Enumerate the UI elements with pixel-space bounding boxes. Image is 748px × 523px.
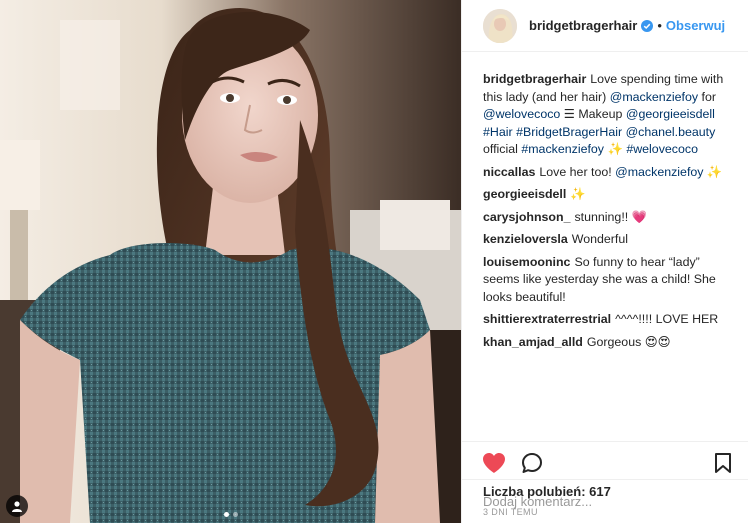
comments-list: bridgetbragerhair Love spending time with… (462, 52, 748, 441)
avatar[interactable] (483, 8, 517, 43)
hashtag-link[interactable]: #BridgetBragerHair (516, 125, 622, 139)
hashtag-link[interactable]: #welovecoco (626, 142, 698, 156)
comment-text-segment: Gorgeous 😍😍 (586, 334, 671, 349)
mention-link[interactable]: @georgieeisdell (626, 107, 715, 121)
author-username[interactable]: bridgetbragerhair (529, 18, 637, 33)
comment-username[interactable]: carysjohnson_ (483, 210, 570, 224)
like-button[interactable] (481, 450, 507, 476)
comment-username[interactable]: kenzieloversla (483, 232, 568, 246)
comment-text-segment: ✨ (604, 142, 627, 156)
comment-item: georgieeisdell ✨ (483, 186, 734, 204)
follow-button[interactable]: Obserwuj (666, 18, 725, 33)
comment-item: niccallas Love her too! @mackenziefoy ✨ (483, 164, 734, 182)
comment-text-segment: ^^^^!!!! LOVE HER (615, 312, 719, 326)
comment-text: stunning!! 💗 (574, 210, 647, 224)
mention-link[interactable]: @mackenziefoy (610, 90, 698, 104)
mention-link[interactable]: @welovecoco (483, 107, 560, 121)
save-button[interactable] (710, 450, 736, 476)
comment-item: shittierextraterrestrial ^^^^!!!! LOVE HE… (483, 311, 734, 329)
add-comment-box (462, 479, 748, 523)
caption-author[interactable]: bridgetbragerhair (483, 72, 586, 86)
comment-text: ^^^^!!!! LOVE HER (615, 312, 718, 326)
comment-username[interactable]: georgieeisdell (483, 187, 566, 201)
action-bar (462, 441, 748, 483)
comment-text: Gorgeous 😍😍 (587, 335, 671, 349)
comment-text: Wonderful (572, 232, 628, 246)
comment-text-segment: ☰ Makeup (560, 107, 626, 121)
portrait-photo (0, 0, 461, 523)
comment-item: kenzieloversla Wonderful (483, 231, 734, 249)
comment-text: ✨ (570, 187, 585, 201)
comment-text-segment: official (483, 142, 522, 156)
comment-input[interactable] (483, 494, 727, 509)
mention-link[interactable]: @mackenziefoy (615, 165, 703, 179)
caption: bridgetbragerhair Love spending time with… (483, 71, 734, 159)
carousel-dot[interactable] (232, 512, 238, 517)
hashtag-link[interactable]: #Hair (483, 125, 513, 139)
carousel-indicator (0, 512, 461, 517)
header-separator: • (657, 18, 662, 33)
hashtag-link[interactable]: #mackenziefoy (521, 142, 604, 156)
comment-item: louisemooninc So funny to hear “lady” see… (483, 254, 734, 307)
comment-item: khan_amjad_alld Gorgeous 😍😍 (483, 334, 734, 352)
comment-username[interactable]: niccallas (483, 165, 535, 179)
mention-link[interactable]: @chanel.beauty (626, 125, 716, 139)
comment-text-segment: Love her too! (539, 164, 616, 179)
comment-text-segment: Wonderful (571, 232, 628, 246)
post-photo[interactable] (0, 0, 461, 523)
comment-bubble-icon (522, 452, 542, 473)
bookmark-icon (715, 452, 731, 473)
instagram-post: bridgetbragerhair • Obserwuj bridgetbrag… (0, 0, 748, 523)
comment-username[interactable]: louisemooninc (483, 255, 570, 269)
comment-username[interactable]: shittierextraterrestrial (483, 312, 611, 326)
comment-text: Love her too! @mackenziefoy ✨ (539, 165, 722, 179)
comment-text-segment: ✨ (570, 187, 586, 201)
carousel-dot-active[interactable] (223, 512, 229, 517)
verified-badge-icon (641, 19, 654, 32)
comment-text-segment: ✨ (703, 164, 723, 179)
comment-text-segment: for (698, 89, 716, 104)
comment-button[interactable] (519, 450, 545, 476)
post-details-panel: bridgetbragerhair • Obserwuj bridgetbrag… (461, 0, 748, 523)
comment-text-segment: stunning!! 💗 (574, 209, 648, 224)
heart-icon (483, 452, 505, 473)
comment-item: carysjohnson_ stunning!! 💗 (483, 209, 734, 227)
comment-username[interactable]: khan_amjad_alld (483, 335, 583, 349)
post-header: bridgetbragerhair • Obserwuj (462, 0, 748, 52)
